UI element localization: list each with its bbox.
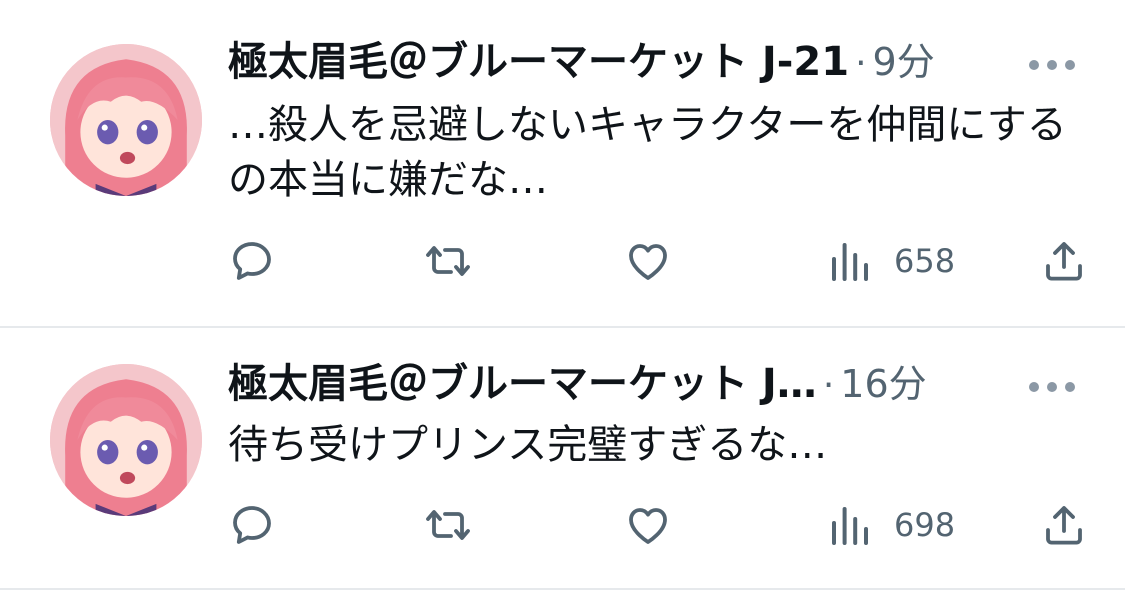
like-icon <box>629 244 667 280</box>
avatar[interactable] <box>50 364 202 516</box>
tweet-item-1[interactable]: 極太眉毛＠ブルーマーケット J-21 · 9分 …殺人を忌避しないキャラクターを… <box>0 0 1125 328</box>
avatar[interactable] <box>50 44 202 196</box>
reply-icon <box>233 242 271 280</box>
separator-dot: · <box>855 43 867 84</box>
retweet-button[interactable] <box>424 236 472 286</box>
separator-dot: · <box>822 365 835 406</box>
like-button[interactable] <box>624 500 672 550</box>
tweet-header: 極太眉毛＠ブルーマーケット J-21 · 9分 <box>228 38 1065 88</box>
views-icon <box>832 507 868 545</box>
tweet-text: …殺人を忌避しないキャラクターを仲間にするの本当に嫌だな… <box>228 102 1067 203</box>
share-button[interactable] <box>1040 500 1088 550</box>
views-count: 698 <box>894 506 956 544</box>
timestamp[interactable]: 16分 <box>840 360 926 408</box>
reply-button[interactable] <box>228 236 276 286</box>
tweet-header: 極太眉毛＠ブルーマーケット J… · 16分 <box>228 360 1065 410</box>
more-icon[interactable] <box>1029 380 1075 394</box>
views-icon <box>832 243 868 281</box>
reply-button[interactable] <box>228 500 276 550</box>
display-name[interactable]: 極太眉毛＠ブルーマーケット J… <box>228 360 817 408</box>
tweet-text: 待ち受けプリンス完璧すぎるな… <box>228 422 828 468</box>
reply-icon <box>233 506 271 544</box>
action-bar: 698 <box>228 500 1095 550</box>
avatar-image <box>50 44 202 196</box>
share-icon <box>1046 242 1082 281</box>
like-icon <box>629 508 667 544</box>
views-button[interactable]: 658 <box>826 236 955 286</box>
retweet-icon <box>426 246 470 276</box>
views-button[interactable]: 698 <box>826 500 955 550</box>
retweet-icon <box>426 510 470 540</box>
retweet-button[interactable] <box>424 500 472 550</box>
like-button[interactable] <box>624 236 672 286</box>
share-button[interactable] <box>1040 236 1088 286</box>
timestamp[interactable]: 9分 <box>873 38 935 86</box>
more-icon[interactable] <box>1029 58 1075 72</box>
avatar-image <box>50 364 202 516</box>
views-count: 658 <box>894 242 956 280</box>
action-bar: 658 <box>228 236 1095 286</box>
tweet-item-2[interactable]: 極太眉毛＠ブルーマーケット J… · 16分 待ち受けプリンス完璧すぎるな… 6… <box>0 328 1125 590</box>
share-icon <box>1046 506 1082 545</box>
display-name[interactable]: 極太眉毛＠ブルーマーケット J-21 <box>228 38 849 86</box>
